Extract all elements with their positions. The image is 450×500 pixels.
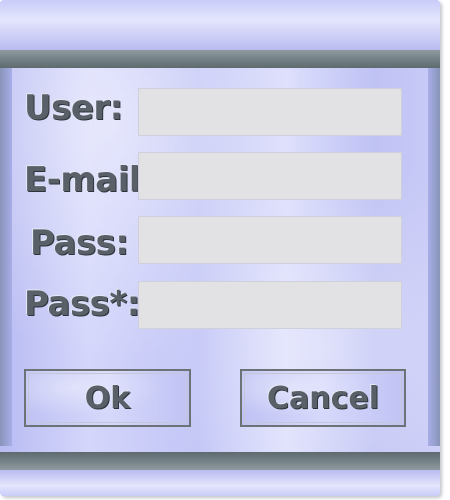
dialog-left-edge [0,68,12,446]
ok-button[interactable]: Ok [24,369,191,427]
registration-dialog: User: E-mail: Pass: Pass*: Ok Cancel [0,0,440,496]
dialog-top-cap [0,0,440,50]
confirm-password-input[interactable] [138,281,402,329]
email-input[interactable] [138,152,402,200]
confirm-password-label: Pass*: [24,284,140,324]
password-label: Pass: [30,223,129,263]
dialog-bottom-bar [0,452,440,470]
dialog-right-edge [428,68,440,446]
user-input[interactable] [138,88,402,136]
user-label: User: [24,88,123,128]
password-input[interactable] [138,216,402,264]
email-label: E-mail: [24,160,154,200]
cancel-button[interactable]: Cancel [240,369,406,427]
dialog-top-bar [0,50,440,68]
dialog-bottom-cap [0,470,440,496]
